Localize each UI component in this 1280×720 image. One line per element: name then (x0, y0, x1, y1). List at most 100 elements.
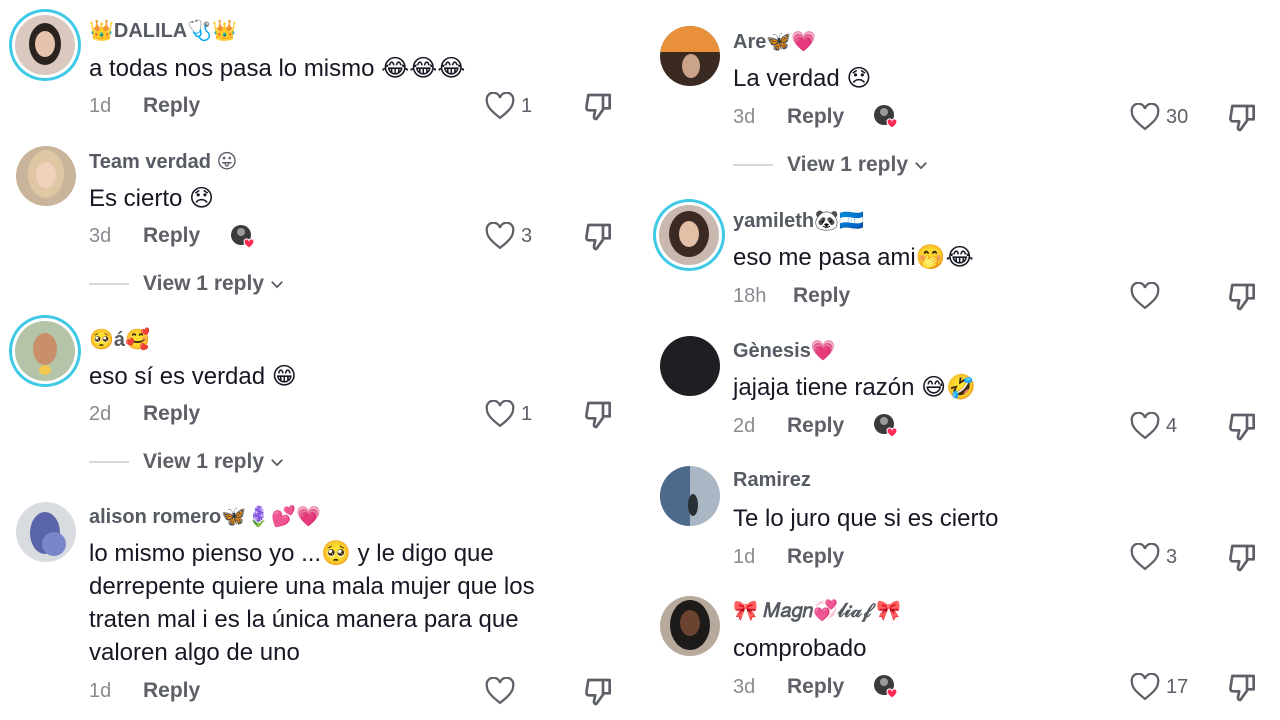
like-button[interactable]: 4 (1130, 412, 1177, 440)
comment-text: a todas nos pasa lo mismo 😂😂😂 (89, 55, 466, 82)
comment-text: Te lo juro que si es cierto (733, 505, 999, 532)
comment-age: 2d (89, 403, 112, 425)
username[interactable]: Team verdad 😛 (89, 149, 237, 174)
comment-age: 1d (89, 680, 112, 702)
comment-age: 2d (733, 415, 756, 437)
username[interactable]: yamileth🐼🇭🇳 (733, 208, 864, 233)
reply-button[interactable]: Reply (787, 105, 844, 129)
heart-outline-icon (1130, 103, 1160, 131)
comment-text: eso me pasa ami🤭😂 (733, 244, 974, 271)
reply-button[interactable]: Reply (787, 414, 844, 438)
thumbs-down-icon[interactable] (1227, 281, 1259, 313)
heart-outline-icon (1130, 412, 1160, 440)
creator-liked-avatar-icon (231, 225, 255, 249)
comment-text: eso sí es verdad 😁 (89, 363, 297, 390)
view-replies-button[interactable]: View 1 reply (733, 153, 930, 177)
avatar[interactable] (660, 26, 720, 86)
avatar[interactable] (660, 596, 720, 656)
comments-column-left: 👑DALILA🩺👑 a todas nos pasa lo mismo 😂😂😂 … (0, 0, 640, 720)
view-replies-button[interactable]: View 1 reply (89, 450, 286, 474)
thumbs-down-icon[interactable] (583, 399, 615, 431)
divider (89, 283, 129, 285)
like-button[interactable] (485, 677, 521, 705)
avatar[interactable] (660, 336, 720, 396)
like-button[interactable]: 3 (1130, 543, 1177, 571)
heart-outline-icon (485, 677, 515, 705)
like-count: 17 (1166, 675, 1189, 698)
username[interactable]: Gènesis💗 (733, 338, 836, 363)
like-button[interactable]: 1 (485, 400, 532, 428)
comment-age: 1d (89, 95, 112, 117)
avatar[interactable] (15, 15, 75, 75)
avatar[interactable] (659, 205, 719, 265)
view-replies-button[interactable]: View 1 reply (89, 272, 286, 296)
comment-text: Es cierto 😞 (89, 185, 215, 212)
thumbs-down-icon[interactable] (1227, 102, 1259, 134)
heart-outline-icon (485, 92, 515, 120)
view-replies-label: View 1 reply (143, 272, 265, 295)
view-replies-label: View 1 reply (143, 450, 265, 473)
reply-button[interactable]: Reply (143, 402, 200, 426)
username[interactable]: Ramirez (733, 469, 811, 492)
comment-age: 3d (733, 676, 756, 698)
like-count: 3 (1166, 545, 1178, 568)
reply-button[interactable]: Reply (143, 224, 200, 248)
like-count: 1 (521, 402, 533, 425)
heart-outline-icon (1130, 673, 1160, 701)
comment-text: comprobado (733, 635, 867, 662)
username[interactable]: Are🦋💗 (733, 29, 816, 54)
avatar[interactable] (16, 146, 76, 206)
comment-age: 1d (733, 546, 756, 568)
chevron-down-icon (271, 281, 283, 289)
view-replies-label: View 1 reply (787, 153, 909, 176)
like-button[interactable]: 30 (1130, 103, 1188, 131)
creator-liked-avatar-icon (874, 675, 898, 699)
avatar[interactable] (660, 466, 720, 526)
like-button[interactable]: 17 (1130, 673, 1188, 701)
comment-age: 3d (89, 225, 112, 247)
heart-outline-icon (485, 222, 515, 250)
comments-column-right: Are🦋💗 La verdad 😞 3d Reply 30 View 1 rep… (640, 0, 1280, 720)
creator-liked-avatar-icon (874, 414, 898, 438)
comment-age: 3d (733, 106, 756, 128)
username[interactable]: alison romero🦋🪻💕💗 (89, 504, 321, 529)
thumbs-down-icon[interactable] (583, 91, 615, 123)
reply-button[interactable]: Reply (787, 545, 844, 569)
creator-liked-avatar-icon (874, 105, 898, 129)
comment-text-line: derrepente quiere una mala mujer que los (89, 573, 535, 600)
like-button[interactable]: 1 (485, 92, 532, 120)
chevron-down-icon (915, 162, 927, 170)
chevron-down-icon (271, 459, 283, 467)
like-count: 3 (521, 224, 533, 247)
comment-text: La verdad 😞 (733, 65, 872, 92)
thumbs-down-icon[interactable] (1227, 411, 1259, 443)
like-count: 30 (1166, 105, 1189, 128)
thumbs-down-icon[interactable] (1227, 672, 1259, 704)
divider (89, 461, 129, 463)
comment-text-line: valoren algo de uno (89, 639, 300, 666)
reply-button[interactable]: Reply (143, 679, 200, 703)
reply-button[interactable]: Reply (793, 284, 850, 308)
avatar[interactable] (15, 321, 75, 381)
heart-outline-icon (1130, 543, 1160, 571)
like-button[interactable] (1130, 282, 1166, 310)
username[interactable]: 👑DALILA🩺👑 (89, 18, 237, 43)
heart-outline-icon (1130, 282, 1160, 310)
comment-text: jajaja tiene razón 😅🤣 (733, 374, 977, 401)
like-count: 4 (1166, 414, 1178, 437)
heart-outline-icon (485, 400, 515, 428)
comment-text-line: traten mal i es la única manera para que (89, 606, 519, 633)
reply-button[interactable]: Reply (787, 675, 844, 699)
username[interactable]: 🥺á🥰 (89, 327, 150, 352)
reply-button[interactable]: Reply (143, 94, 200, 118)
username[interactable]: 🎀 𝑀𝑎𝑔𝑛💞𝓁𝒾𝒶𝒻 🎀 (733, 598, 901, 623)
like-button[interactable]: 3 (485, 222, 532, 250)
avatar[interactable] (16, 502, 76, 562)
like-count: 1 (521, 94, 533, 117)
comment-text-line: lo mismo pienso yo ...🥺 y le digo que (89, 540, 494, 567)
comment-age: 18h (733, 285, 767, 307)
thumbs-down-icon[interactable] (1227, 542, 1259, 574)
divider (733, 164, 773, 166)
thumbs-down-icon[interactable] (583, 676, 615, 708)
thumbs-down-icon[interactable] (583, 221, 615, 253)
